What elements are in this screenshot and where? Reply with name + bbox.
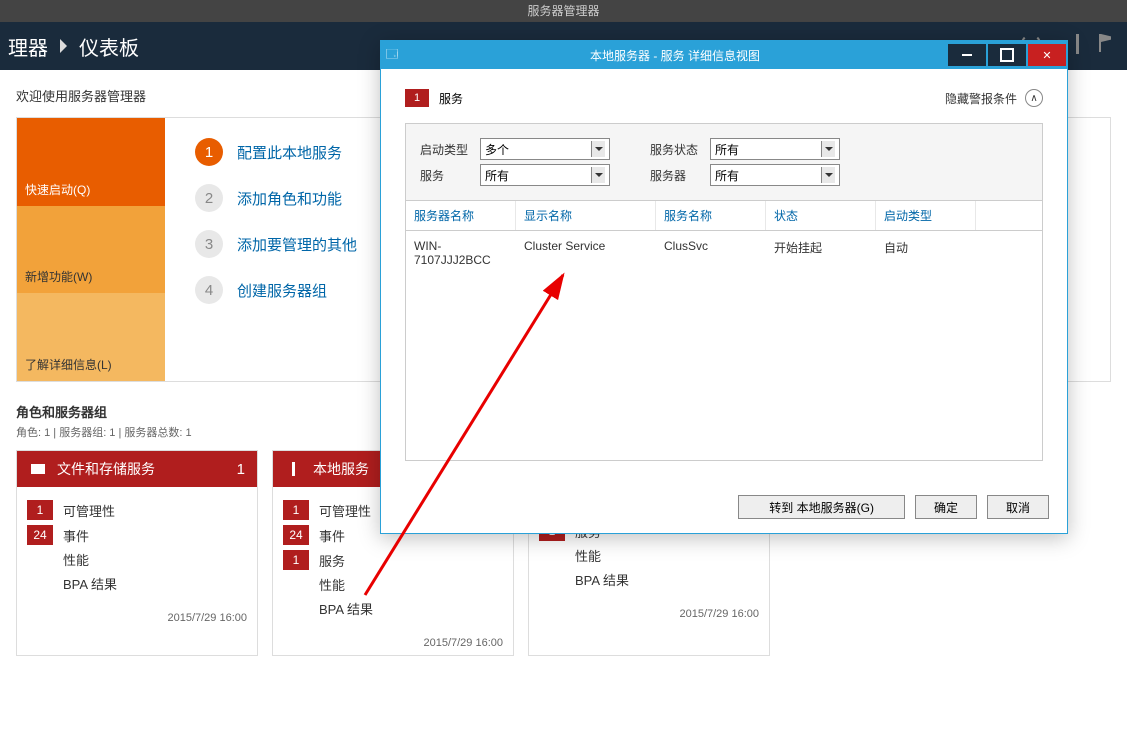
filter-startup-type-label: 启动类型 xyxy=(420,141,480,158)
chevron-up-icon[interactable]: ∧ xyxy=(1025,89,1043,107)
chevron-right-icon xyxy=(60,39,67,53)
filter-panel: 启动类型 多个 服务状态 所有 服务 所有 服务器 所有 xyxy=(405,123,1043,201)
table-row[interactable]: WIN-7107JJJ2BCC Cluster Service ClusSvc … xyxy=(406,231,1042,275)
tile-timestamp: 2015/7/29 16:00 xyxy=(529,602,769,626)
tile-timestamp: 2015/7/29 16:00 xyxy=(273,631,513,655)
services-grid: 服务器名称 显示名称 服务名称 状态 启动类型 WIN-7107JJJ2BCC … xyxy=(405,201,1043,461)
storage-icon xyxy=(29,460,47,478)
maximize-button[interactable] xyxy=(988,44,1026,66)
close-button[interactable] xyxy=(1028,44,1066,66)
minimize-button[interactable] xyxy=(948,44,986,66)
col-service-name[interactable]: 服务名称 xyxy=(656,201,766,230)
side-tab-quickstart[interactable]: 快速启动(Q) xyxy=(17,118,165,206)
server-icon xyxy=(285,460,303,478)
ok-button[interactable]: 确定 xyxy=(915,495,977,519)
filter-service-status-label: 服务状态 xyxy=(650,141,710,158)
breadcrumb-part2[interactable]: 仪表板 xyxy=(79,32,139,61)
app-icon: 🗔 xyxy=(381,45,403,66)
cancel-button[interactable]: 取消 xyxy=(987,495,1049,519)
hide-alert-label[interactable]: 隐藏警报条件 xyxy=(945,90,1017,107)
dialog-title: 本地服务器 - 服务 详细信息视图 xyxy=(403,47,947,64)
services-detail-dialog: 🗔 本地服务器 - 服务 详细信息视图 1 服务 隐藏警报条件 ∧ 启动类型 多… xyxy=(380,40,1068,534)
col-status[interactable]: 状态 xyxy=(766,201,876,230)
breadcrumb-part1[interactable]: 理器 xyxy=(8,32,48,61)
services-count-badge: 1 xyxy=(405,89,429,107)
dialog-titlebar[interactable]: 🗔 本地服务器 - 服务 详细信息视图 xyxy=(381,41,1067,69)
chevron-down-icon xyxy=(591,141,605,157)
tile-file-storage[interactable]: 文件和存储服务 1 1可管理性 24事件 性能 BPA 结果 2015/7/29… xyxy=(16,450,258,656)
app-title-bar: 服务器管理器 xyxy=(0,0,1127,22)
filter-startup-type-select[interactable]: 多个 xyxy=(480,138,610,160)
flag-icon[interactable] xyxy=(1097,34,1117,54)
side-tab-learnmore[interactable]: 了解详细信息(L) xyxy=(17,293,165,381)
chevron-down-icon xyxy=(821,167,835,183)
app-title: 服务器管理器 xyxy=(527,4,599,18)
services-label: 服务 xyxy=(439,90,463,107)
filter-service-select[interactable]: 所有 xyxy=(480,164,610,186)
col-display-name[interactable]: 显示名称 xyxy=(516,201,656,230)
chevron-down-icon xyxy=(821,141,835,157)
col-startup-type[interactable]: 启动类型 xyxy=(876,201,976,230)
goto-local-server-button[interactable]: 转到 本地服务器(G) xyxy=(738,495,905,519)
filter-server-label: 服务器 xyxy=(650,167,710,184)
chevron-down-icon xyxy=(591,167,605,183)
col-server-name[interactable]: 服务器名称 xyxy=(406,201,516,230)
filter-server-select[interactable]: 所有 xyxy=(710,164,840,186)
side-tab-whatsnew[interactable]: 新增功能(W) xyxy=(17,206,165,294)
filter-service-status-select[interactable]: 所有 xyxy=(710,138,840,160)
tile-timestamp: 2015/7/29 16:00 xyxy=(17,606,257,630)
filter-service-label: 服务 xyxy=(420,167,480,184)
